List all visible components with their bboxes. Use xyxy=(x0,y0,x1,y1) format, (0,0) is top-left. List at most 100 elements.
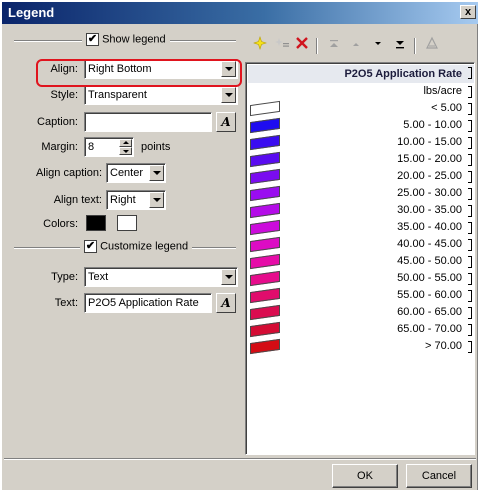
show-legend-group: ✔ Show legend xyxy=(82,33,170,46)
cancel-button[interactable]: Cancel xyxy=(406,464,472,488)
list-item[interactable]: 45.00 - 50.00 xyxy=(248,253,474,270)
bracket-icon xyxy=(468,256,472,268)
move-up-icon[interactable] xyxy=(346,36,366,56)
move-top-icon[interactable] xyxy=(324,36,344,56)
list-item[interactable]: 50.00 - 55.00 xyxy=(248,270,474,287)
add-all-icon[interactable] xyxy=(272,36,292,56)
list-item[interactable]: 5.00 - 10.00 xyxy=(248,117,474,134)
margin-spin-buttons[interactable] xyxy=(119,139,132,155)
legend-item-label: 45.00 - 50.00 xyxy=(397,255,462,267)
margin-label: Margin: xyxy=(41,141,78,153)
show-legend-checkbox[interactable]: ✔ xyxy=(86,33,99,46)
align-text-select[interactable]: Right xyxy=(106,190,166,210)
move-bottom-icon[interactable] xyxy=(390,36,410,56)
legend-item-label: < 5.00 xyxy=(431,102,462,114)
bracket-icon xyxy=(468,239,472,251)
type-select[interactable]: Text xyxy=(84,267,238,287)
legend-list-header[interactable]: P2O5 Application Rate xyxy=(248,65,474,83)
delete-icon[interactable] xyxy=(292,36,312,56)
list-item[interactable]: 65.00 - 70.00 xyxy=(248,321,474,338)
align-text-value: Right xyxy=(110,194,136,206)
legend-item-label: 10.00 - 15.00 xyxy=(397,136,462,148)
legend-item-label: 40.00 - 45.00 xyxy=(397,238,462,250)
color-swatch[interactable] xyxy=(250,100,280,117)
ok-button[interactable]: OK xyxy=(332,464,398,488)
list-item[interactable]: 25.00 - 30.00 xyxy=(248,185,474,202)
style-value: Transparent xyxy=(88,89,147,101)
list-item[interactable]: 55.00 - 60.00 xyxy=(248,287,474,304)
text-label: Text: xyxy=(54,297,78,309)
close-button[interactable]: x xyxy=(460,5,476,19)
text-font-button[interactable]: A xyxy=(216,293,236,313)
align-caption-label: Align caption: xyxy=(35,167,102,179)
color-swatch[interactable] xyxy=(250,338,280,355)
bracket-icon xyxy=(468,120,472,132)
primary-color-swatch[interactable] xyxy=(86,215,106,231)
legend-item-label: 55.00 - 60.00 xyxy=(397,289,462,301)
color-swatch[interactable] xyxy=(250,134,280,151)
legend-item-label: 15.00 - 20.00 xyxy=(397,153,462,165)
add-item-icon[interactable] xyxy=(250,36,270,56)
toolbar-separator xyxy=(316,38,318,54)
bracket-icon xyxy=(468,103,472,115)
bracket-icon xyxy=(468,222,472,234)
style-label: Style: xyxy=(50,89,78,101)
list-item[interactable]: 60.00 - 65.00 xyxy=(248,304,474,321)
list-item[interactable]: lbs/acre xyxy=(248,84,474,100)
color-swatch[interactable] xyxy=(250,253,280,270)
legend-item-label: 20.00 - 25.00 xyxy=(397,170,462,182)
caption-label: Caption: xyxy=(37,116,78,128)
caption-input[interactable] xyxy=(84,112,212,132)
legend-item-label: 5.00 - 10.00 xyxy=(403,119,462,131)
customize-legend-checkbox[interactable]: ✔ xyxy=(84,240,97,253)
type-label: Type: xyxy=(51,271,78,283)
bracket-icon xyxy=(468,273,472,285)
style-select[interactable]: Transparent xyxy=(84,85,238,105)
chevron-down-icon[interactable] xyxy=(149,192,164,208)
move-down-icon[interactable] xyxy=(368,36,388,56)
chevron-down-icon[interactable] xyxy=(221,87,236,103)
list-item[interactable]: < 5.00 xyxy=(248,100,474,117)
text-input[interactable]: P2O5 Application Rate xyxy=(84,293,212,313)
color-swatch[interactable] xyxy=(250,287,280,304)
legend-item-label: 50.00 - 55.00 xyxy=(397,272,462,284)
legend-item-label: lbs/acre xyxy=(423,85,462,97)
spin-down-icon[interactable] xyxy=(119,147,132,155)
chevron-down-icon[interactable] xyxy=(149,165,164,181)
legend-item-label: 60.00 - 65.00 xyxy=(397,306,462,318)
align-caption-select[interactable]: Center xyxy=(106,163,166,183)
list-item[interactable]: 35.00 - 40.00 xyxy=(248,219,474,236)
margin-stepper[interactable]: 8 xyxy=(84,137,134,157)
chevron-down-icon[interactable] xyxy=(221,269,236,285)
color-swatch[interactable] xyxy=(250,202,280,219)
text-value: P2O5 Application Rate xyxy=(88,297,199,309)
color-swatch[interactable] xyxy=(250,270,280,287)
secondary-color-swatch[interactable] xyxy=(117,215,137,231)
color-swatch[interactable] xyxy=(250,117,280,134)
caption-font-button[interactable]: A xyxy=(216,112,236,132)
list-item[interactable]: 20.00 - 25.00 xyxy=(248,168,474,185)
list-item[interactable]: > 70.00 xyxy=(248,338,474,355)
color-swatch[interactable] xyxy=(250,185,280,202)
bracket-icon xyxy=(468,86,472,98)
bracket-icon xyxy=(468,341,472,353)
bracket-icon xyxy=(468,290,472,302)
color-swatch[interactable] xyxy=(250,151,280,168)
legend-items-list[interactable]: P2O5 Application Rate lbs/acre < 5.00 5.… xyxy=(245,62,475,455)
title-bar[interactable]: Legend x xyxy=(2,2,478,24)
list-item[interactable]: 10.00 - 15.00 xyxy=(248,134,474,151)
list-item[interactable]: 40.00 - 45.00 xyxy=(248,236,474,253)
sort-icon[interactable] xyxy=(422,36,442,56)
color-swatch[interactable] xyxy=(250,321,280,338)
list-item[interactable]: 15.00 - 20.00 xyxy=(248,151,474,168)
customize-legend-group: ✔ Customize legend xyxy=(80,240,193,253)
spin-up-icon[interactable] xyxy=(119,139,132,147)
colors-label: Colors: xyxy=(43,218,78,230)
color-swatch[interactable] xyxy=(250,168,280,185)
legend-item-label: 30.00 - 35.00 xyxy=(397,204,462,216)
color-swatch[interactable] xyxy=(250,236,280,253)
list-item[interactable]: 30.00 - 35.00 xyxy=(248,202,474,219)
toolbar-separator xyxy=(414,38,416,54)
color-swatch[interactable] xyxy=(250,219,280,236)
color-swatch[interactable] xyxy=(250,304,280,321)
